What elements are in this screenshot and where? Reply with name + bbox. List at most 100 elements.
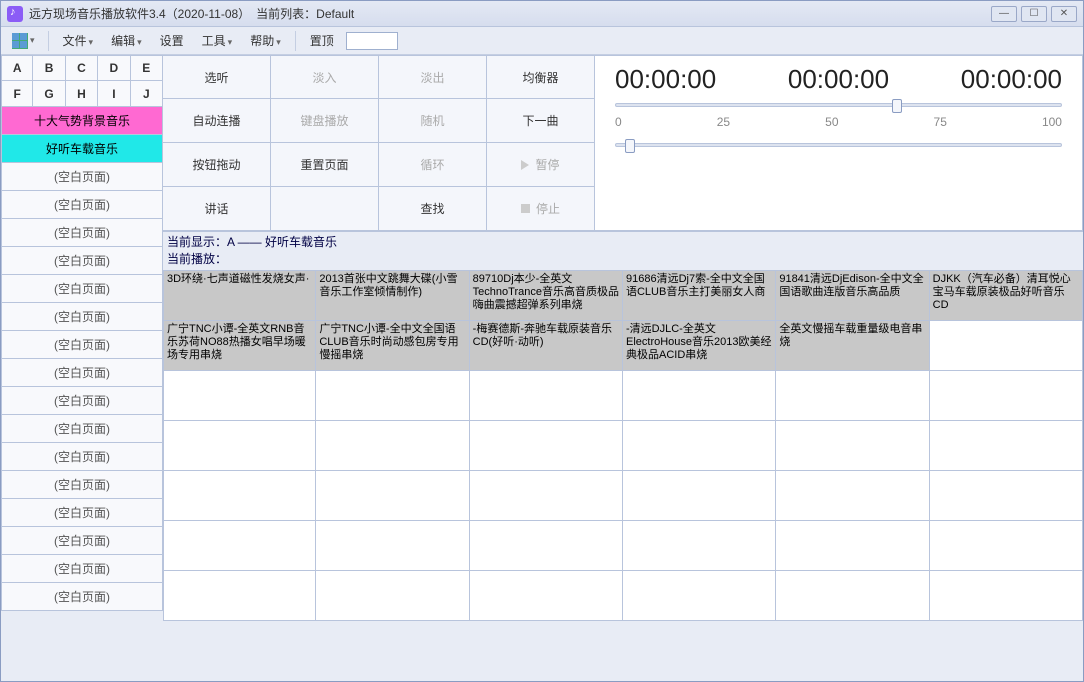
control-4[interactable]: 自动连播 — [163, 99, 271, 143]
letter-f[interactable]: F — [1, 81, 33, 107]
control-14[interactable]: 查找 — [379, 187, 487, 231]
track-cell-24[interactable] — [163, 471, 316, 521]
category-item-13[interactable]: (空白页面) — [1, 471, 163, 499]
track-cell-18[interactable] — [163, 421, 316, 471]
letter-j[interactable]: J — [131, 81, 163, 107]
track-cell-9[interactable]: -清远DJLC-全英文ElectroHouse音乐2013欧美经典极品ACID串… — [623, 321, 776, 371]
track-cell-13[interactable] — [316, 371, 469, 421]
track-cell-0[interactable]: 3D环绕·七声道磁性发烧女声· — [163, 271, 316, 321]
progress-slider[interactable] — [615, 103, 1062, 107]
track-cell-15[interactable] — [623, 371, 776, 421]
control-2[interactable]: 淡出 — [379, 55, 487, 99]
category-item-8[interactable]: (空白页面) — [1, 331, 163, 359]
view-mode-button[interactable]: ▾ — [5, 30, 42, 52]
letter-a[interactable]: A — [1, 55, 33, 81]
track-cell-28[interactable] — [776, 471, 929, 521]
track-cell-41[interactable] — [930, 571, 1083, 621]
category-item-6[interactable]: (空白页面) — [1, 275, 163, 303]
category-item-3[interactable]: (空白页面) — [1, 191, 163, 219]
track-cell-12[interactable] — [163, 371, 316, 421]
category-item-5[interactable]: (空白页面) — [1, 247, 163, 275]
track-cell-7[interactable]: 广宁TNC小谭-全中文全国语CLUB音乐时尚动感包房专用慢摇串烧 — [316, 321, 469, 371]
control-3[interactable]: 均衡器 — [487, 55, 595, 99]
track-cell-34[interactable] — [776, 521, 929, 571]
track-cell-31[interactable] — [316, 521, 469, 571]
track-cell-36[interactable] — [163, 571, 316, 621]
maximize-button[interactable]: ☐ — [1021, 6, 1047, 22]
control-15[interactable]: 停止 — [487, 187, 595, 231]
category-item-4[interactable]: (空白页面) — [1, 219, 163, 247]
track-cell-14[interactable] — [470, 371, 623, 421]
control-5[interactable]: 键盘播放 — [271, 99, 379, 143]
control-11[interactable]: 暂停 — [487, 143, 595, 187]
menu-edit[interactable]: 编辑▾ — [103, 29, 150, 52]
track-cell-38[interactable] — [470, 571, 623, 621]
menu-help[interactable]: 帮助▾ — [242, 29, 289, 52]
track-cell-10[interactable]: 全英文慢摇车载重量级电音串烧 — [776, 321, 929, 371]
track-cell-6[interactable]: 广宁TNC小谭-全英文RNB音乐苏荷NO88热播女唱早场暖场专用串烧 — [163, 321, 316, 371]
category-item-2[interactable]: (空白页面) — [1, 163, 163, 191]
category-item-9[interactable]: (空白页面) — [1, 359, 163, 387]
track-cell-30[interactable] — [163, 521, 316, 571]
track-cell-22[interactable] — [776, 421, 929, 471]
category-item-10[interactable]: (空白页面) — [1, 387, 163, 415]
minimize-button[interactable]: — — [991, 6, 1017, 22]
category-item-12[interactable]: (空白页面) — [1, 443, 163, 471]
track-cell-20[interactable] — [470, 421, 623, 471]
track-cell-26[interactable] — [470, 471, 623, 521]
track-cell-4[interactable]: 91841清远DjEdison-全中文全国语歌曲连版音乐高品质 — [776, 271, 929, 321]
category-item-7[interactable]: (空白页面) — [1, 303, 163, 331]
letter-i[interactable]: I — [98, 81, 130, 107]
volume-slider[interactable] — [615, 143, 1062, 147]
category-item-17[interactable]: (空白页面) — [1, 583, 163, 611]
letter-d[interactable]: D — [98, 55, 130, 81]
control-9[interactable]: 重置页面 — [271, 143, 379, 187]
track-cell-21[interactable] — [623, 421, 776, 471]
letter-c[interactable]: C — [66, 55, 98, 81]
control-8[interactable]: 按钮拖动 — [163, 143, 271, 187]
category-item-0[interactable]: 十大气势背景音乐 — [1, 107, 163, 135]
track-cell-2[interactable]: 89710Dj本少-全英文TechnoTrance音乐高音质极品嗨曲震撼超弹系列… — [470, 271, 623, 321]
track-cell-37[interactable] — [316, 571, 469, 621]
control-7[interactable]: 下一曲 — [487, 99, 595, 143]
track-cell-23[interactable] — [930, 421, 1083, 471]
track-cell-35[interactable] — [930, 521, 1083, 571]
category-item-14[interactable]: (空白页面) — [1, 499, 163, 527]
category-item-11[interactable]: (空白页面) — [1, 415, 163, 443]
category-item-16[interactable]: (空白页面) — [1, 555, 163, 583]
close-button[interactable]: ✕ — [1051, 6, 1077, 22]
track-cell-8[interactable]: -梅赛德斯-奔驰车载原装音乐CD(好听·动听) — [470, 321, 623, 371]
letter-e[interactable]: E — [131, 55, 163, 81]
menu-settings[interactable]: 设置 — [152, 29, 192, 52]
track-cell-16[interactable] — [776, 371, 929, 421]
menu-tools[interactable]: 工具▾ — [194, 29, 241, 52]
category-item-1[interactable]: 好听车载音乐 — [1, 135, 163, 163]
letter-g[interactable]: G — [33, 81, 65, 107]
control-13[interactable] — [271, 187, 379, 231]
category-item-15[interactable]: (空白页面) — [1, 527, 163, 555]
control-12[interactable]: 讲话 — [163, 187, 271, 231]
progress-thumb[interactable] — [892, 99, 902, 113]
control-6[interactable]: 随机 — [379, 99, 487, 143]
placement-input[interactable] — [346, 32, 398, 50]
control-1[interactable]: 淡入 — [271, 55, 379, 99]
track-cell-17[interactable] — [930, 371, 1083, 421]
menu-file[interactable]: 文件▾ — [55, 29, 102, 52]
letter-h[interactable]: H — [66, 81, 98, 107]
control-0[interactable]: 选听 — [163, 55, 271, 99]
track-cell-33[interactable] — [623, 521, 776, 571]
track-cell-25[interactable] — [316, 471, 469, 521]
track-cell-29[interactable] — [930, 471, 1083, 521]
track-cell-11[interactable] — [930, 321, 1083, 371]
track-cell-40[interactable] — [776, 571, 929, 621]
control-10[interactable]: 循环 — [379, 143, 487, 187]
track-cell-5[interactable]: DJKK（汽车必备）清耳悦心宝马车载原装极品好听音乐CD — [930, 271, 1083, 321]
track-cell-3[interactable]: 91686清远Dj7索-全中文全国语CLUB音乐主打美丽女人商 — [623, 271, 776, 321]
track-cell-32[interactable] — [470, 521, 623, 571]
volume-thumb[interactable] — [625, 139, 635, 153]
track-cell-27[interactable] — [623, 471, 776, 521]
letter-b[interactable]: B — [33, 55, 65, 81]
track-cell-39[interactable] — [623, 571, 776, 621]
track-cell-19[interactable] — [316, 421, 469, 471]
track-cell-1[interactable]: 2013首张中文跳舞大碟(小雪音乐工作室倾情制作) — [316, 271, 469, 321]
